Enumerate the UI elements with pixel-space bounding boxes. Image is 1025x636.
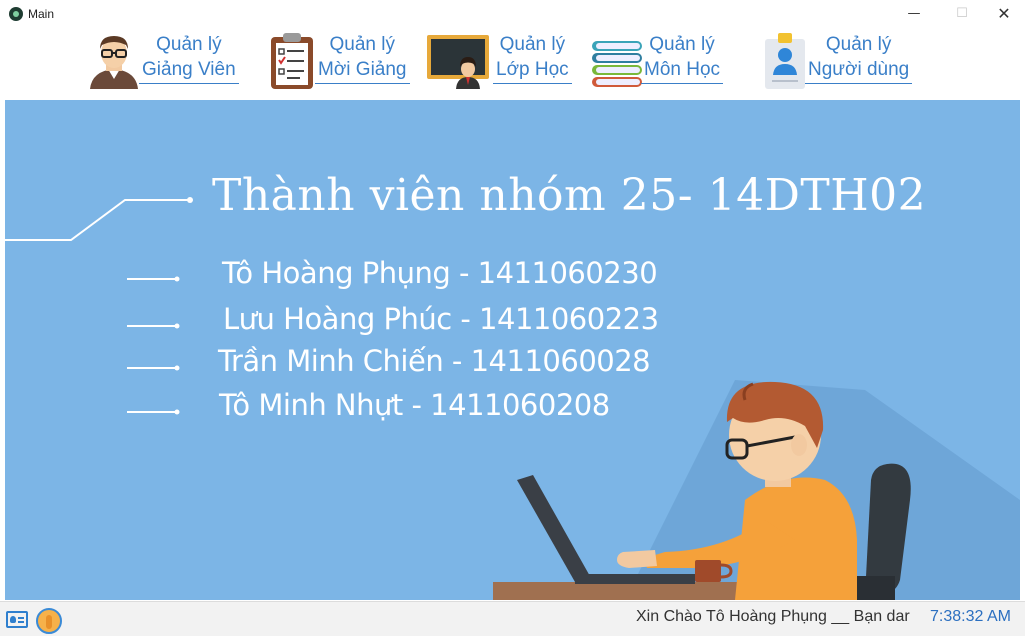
app-icon <box>9 7 23 21</box>
group-title: Thành viên nhóm 25- 14DTH02 <box>212 170 927 221</box>
nav-item-giang-vien[interactable]: Quản lý Giảng Viên <box>86 28 252 94</box>
maximize-button[interactable]: ☐ <box>940 0 984 28</box>
nav-toolbar: Quản lý Giảng Viên Quản lý Mời Giảng Quả… <box>0 28 1025 100</box>
user-icon <box>765 33 805 89</box>
books-icon <box>592 41 642 87</box>
nav-label-giang-vien: Quản lý Giảng Viên <box>139 32 239 84</box>
teacher-icon <box>90 36 138 89</box>
nav-item-lop-hoc[interactable]: Quản lý Lớp Học <box>426 28 588 94</box>
nav-item-mon-hoc[interactable]: Quản lý Môn Học <box>589 28 755 94</box>
member-name: Tô Minh Nhựt - 1411060208 <box>219 388 610 422</box>
profile-card-icon[interactable] <box>6 611 28 628</box>
greeting-text: Xin Chào Tô Hoàng Phụng __ Bạn dar <box>636 608 910 625</box>
clock-time: 7:38:32 AM <box>930 608 1011 625</box>
member-name: Lưu Hoàng Phúc - 1411060223 <box>223 302 659 336</box>
touch-hand-icon[interactable] <box>36 608 62 634</box>
nav-item-nguoi-dung[interactable]: Quản lý Người dùng <box>762 28 926 94</box>
clipboard-icon <box>271 33 313 89</box>
minimize-button[interactable]: — <box>892 0 936 28</box>
close-button[interactable]: ✕ <box>982 0 1025 28</box>
window-title: Main <box>28 7 55 21</box>
classroom-icon <box>427 35 489 89</box>
nav-item-moi-giang[interactable]: Quản lý Mời Giảng <box>266 28 422 94</box>
member-name: Trần Minh Chiến - 1411060028 <box>218 344 651 378</box>
welcome-banner: Thành viên nhóm 25- 14DTH02 Tô Hoàng Phụ… <box>5 100 1020 600</box>
nav-label-nguoi-dung: Quản lý Người dùng <box>805 32 913 84</box>
status-bar: Xin Chào Tô Hoàng Phụng __ Bạn dar 7:38:… <box>0 601 1025 636</box>
nav-label-mon-hoc: Quản lý Môn Học <box>641 32 724 84</box>
window-title-bar: Main — ☐ ✕ <box>0 0 1025 28</box>
nav-label-lop-hoc: Quản lý Lớp Học <box>493 32 572 84</box>
nav-label-moi-giang: Quản lý Mời Giảng <box>315 32 410 84</box>
member-name: Tô Hoàng Phụng - 1411060230 <box>222 256 658 290</box>
